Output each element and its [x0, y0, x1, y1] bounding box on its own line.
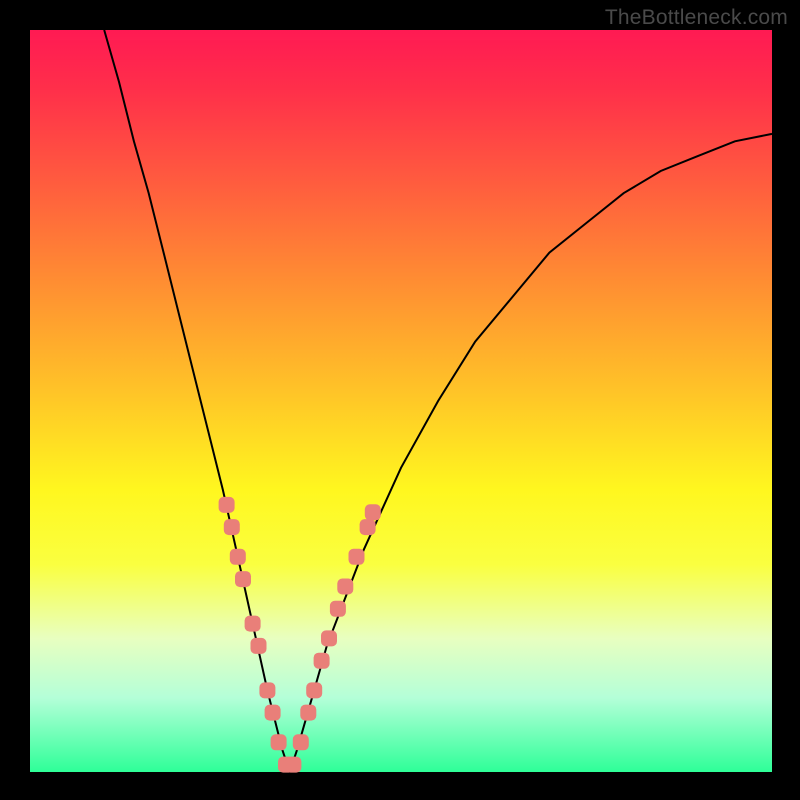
highlighted-points [219, 497, 381, 773]
marker-point [265, 705, 281, 721]
marker-point [349, 549, 365, 565]
marker-point [314, 653, 330, 669]
marker-point [293, 734, 309, 750]
marker-point [259, 682, 275, 698]
watermark-text: TheBottleneck.com [605, 6, 788, 30]
marker-point [306, 682, 322, 698]
curve-path [104, 30, 772, 772]
marker-point [337, 579, 353, 595]
chart-frame: TheBottleneck.com [0, 0, 800, 800]
marker-point [300, 705, 316, 721]
marker-point [271, 734, 287, 750]
marker-point [285, 757, 301, 773]
marker-point [230, 549, 246, 565]
marker-point [360, 519, 376, 535]
curve-svg [30, 30, 772, 772]
marker-point [219, 497, 235, 513]
plot-area [30, 30, 772, 772]
marker-point [235, 571, 251, 587]
bottleneck-curve [104, 30, 772, 772]
marker-point [321, 630, 337, 646]
marker-point [251, 638, 267, 654]
marker-point [245, 616, 261, 632]
marker-point [330, 601, 346, 617]
marker-point [365, 504, 381, 520]
marker-point [224, 519, 240, 535]
